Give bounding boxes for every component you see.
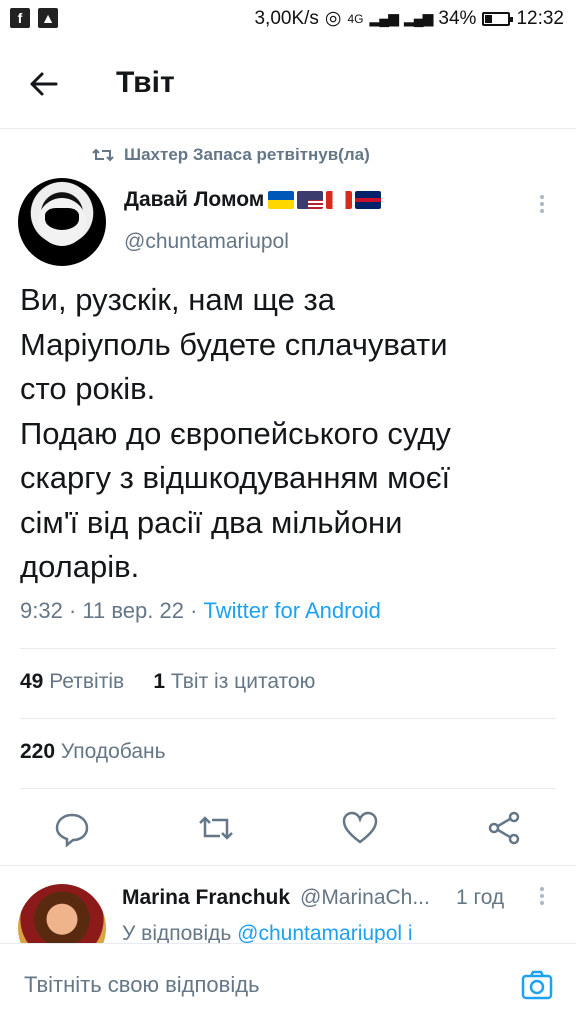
battery-icon	[482, 11, 514, 26]
battery-percent: 34%	[438, 7, 477, 29]
camera-icon[interactable]	[520, 968, 554, 1002]
reply-input[interactable]: Твітніть свою відповідь	[24, 972, 260, 998]
retweets-count: 49	[20, 670, 44, 693]
tweet-meta: 9:32 · 11 вер. 22 · Twitter for Android	[20, 598, 381, 623]
retweet-context-label: Шахтер Запаса ретвітнув(ла)	[124, 145, 370, 164]
reply-context: У відповідь @chuntamariupol і	[122, 922, 413, 944]
reply-author-handle[interactable]: @MarinaCh...	[300, 886, 430, 910]
quotes-count: 1	[153, 670, 166, 693]
tweet-text: Ви, рузскік, нам ще за Маріуполь будете …	[20, 282, 451, 584]
divider	[20, 718, 556, 719]
tweet-source-link[interactable]: Twitter for Android	[204, 598, 381, 623]
tweet-time: 9:32	[20, 598, 63, 623]
signal-icon: ▂▄▆	[369, 10, 399, 26]
likes-label: Уподобань	[60, 740, 166, 763]
reply-tweet[interactable]: Marina Franchuk @MarinaCh... 1 год У від…	[0, 865, 576, 944]
uk-flag-icon	[355, 191, 382, 209]
reply-composer[interactable]: Твітніть свою відповідь	[0, 943, 576, 1025]
back-arrow-icon[interactable]	[26, 66, 62, 102]
retweets-label: Ретвітів	[49, 670, 125, 693]
author-flags	[268, 191, 382, 209]
share-icon[interactable]	[484, 808, 524, 848]
network-label: 4G	[347, 11, 364, 26]
like-icon[interactable]	[340, 808, 380, 848]
hotspot-icon: ◎	[324, 8, 342, 29]
author-handle[interactable]: @chuntamariupol	[124, 230, 289, 254]
reply-icon[interactable]	[52, 808, 92, 848]
reply-more-options-icon[interactable]	[532, 884, 552, 908]
reply-time: 1 год	[456, 886, 505, 909]
clock: 12:32	[516, 7, 564, 29]
retweet-small-icon	[92, 148, 114, 162]
author-name-row[interactable]: Давай Ломом	[124, 188, 382, 212]
quotes-label: Твіт із цитатою	[170, 670, 316, 693]
gallery-icon: ▲	[38, 8, 58, 28]
retweet-context[interactable]: Шахтер Запаса ретвітнув(ла)	[92, 145, 370, 165]
reply-avatar[interactable]	[18, 884, 106, 944]
divider	[20, 648, 556, 649]
canada-flag-icon	[326, 191, 353, 209]
divider	[20, 788, 556, 789]
usa-flag-icon	[297, 191, 324, 209]
tweet-date: 11 вер. 22	[82, 598, 184, 623]
author-name: Давай Ломом	[124, 188, 265, 211]
likes-count: 220	[20, 740, 56, 763]
more-options-icon[interactable]	[532, 192, 552, 216]
reply-author-name[interactable]: Marina Franchuk	[122, 886, 290, 910]
facebook-icon: f	[10, 8, 30, 28]
retweet-stats[interactable]: 49 Ретвітів 1 Твіт із цитатою	[20, 670, 315, 694]
author-avatar[interactable]	[18, 178, 106, 266]
retweet-icon[interactable]	[196, 808, 236, 848]
reply-prefix: У відповідь	[122, 922, 232, 944]
ukraine-flag-icon	[268, 191, 295, 209]
signal-2-icon: ▂▄▆	[403, 10, 433, 26]
reply-mention-link[interactable]: @chuntamariupol і	[237, 922, 412, 944]
net-speed: 3,00K/s	[254, 7, 319, 29]
top-bar: Твіт	[0, 38, 576, 129]
page-title: Твіт	[116, 66, 175, 99]
action-bar	[0, 800, 576, 856]
status-bar: f ▲ 3,00K/s ◎ 4G ▂▄▆ ▂▄▆ 34% 12:32	[0, 0, 576, 38]
likes-stats[interactable]: 220 Уподобань	[20, 740, 166, 764]
